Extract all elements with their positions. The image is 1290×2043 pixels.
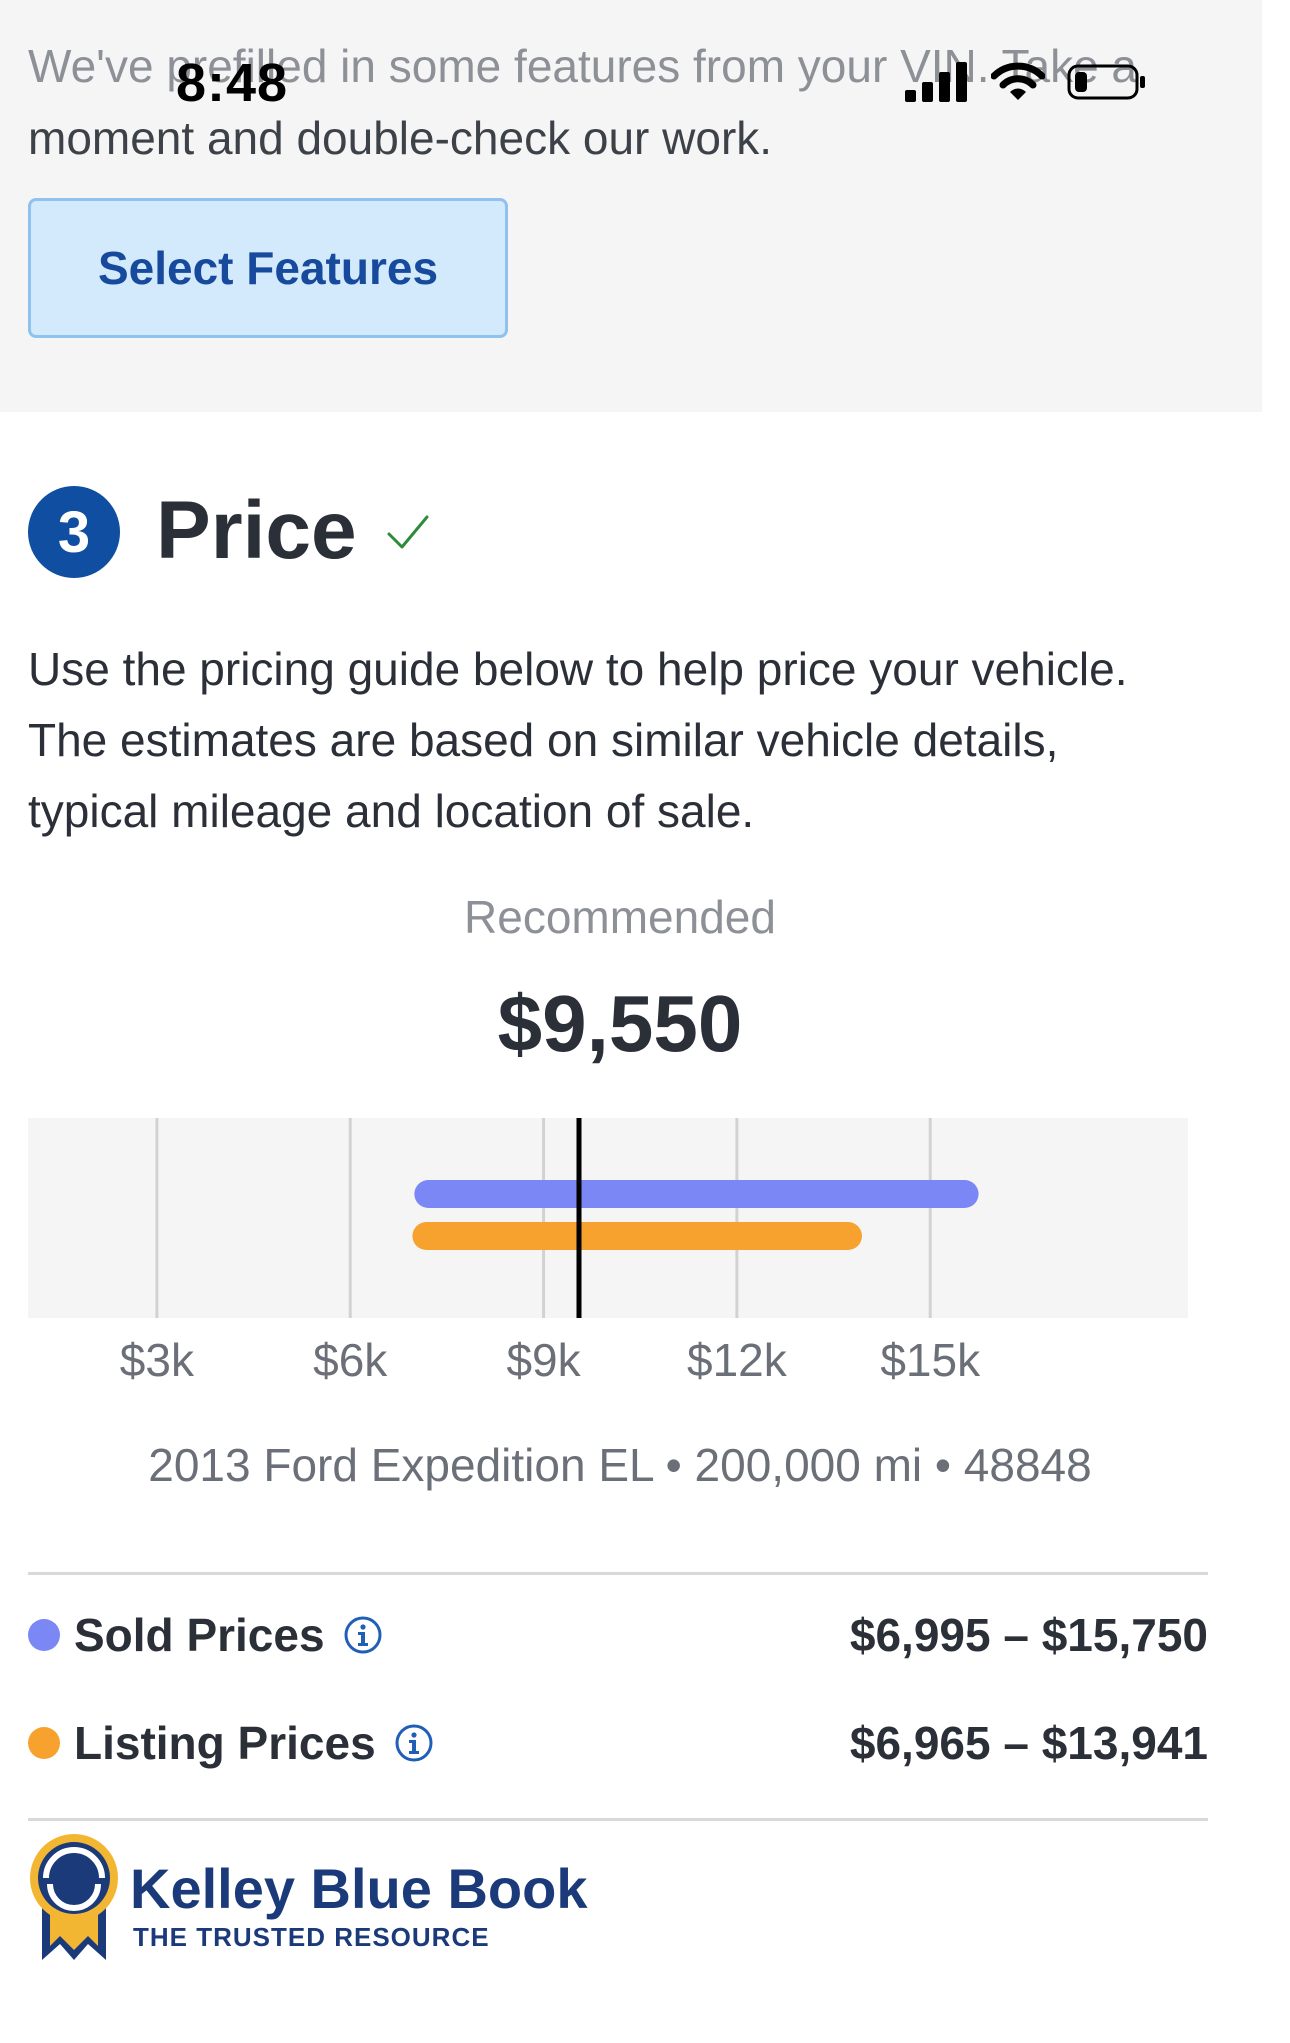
description-line-2: The estimates are based on similar vehic… [28,714,1059,766]
wifi-icon [991,62,1045,100]
legend-row-sold: Sold Prices $6,995 – $15,750 [28,1600,1208,1670]
x-tick-label: $3k [120,1334,195,1386]
pricing-description: Use the pricing guide below to help pric… [28,634,1228,847]
recommended-label: Recommended [464,891,776,943]
info-icon[interactable] [394,1723,434,1763]
x-tick-label: $12k [687,1334,788,1386]
price-range-bar [412,1222,862,1250]
brand-name: Kelley Blue Book [130,1857,588,1920]
recommended-price: $9,550 [497,979,743,1068]
status-icons [905,62,1147,102]
sold-prices-range: $6,995 – $15,750 [849,1609,1208,1661]
vehicle-info: 2013 Ford Expedition EL • 200,000 mi • 4… [148,1439,1092,1491]
brand-tagline: THE TRUSTED RESOURCE [133,1922,490,1952]
battery-icon [1067,64,1145,100]
price-range-bar [414,1180,979,1208]
listing-prices-label: Listing Prices [74,1717,376,1769]
sold-prices-dot [28,1619,60,1651]
chart-background [28,1118,1188,1318]
price-range-chart: $3k $6k $9k $12k $15k [28,1118,1188,1386]
x-tick-label: $6k [313,1334,388,1386]
cellular-signal-icon [905,62,967,102]
x-tick-label: $9k [506,1334,581,1386]
x-tick-label: $15k [880,1334,981,1386]
divider-top [28,1572,1208,1575]
description-line-1: Use the pricing guide below to help pric… [28,643,1128,695]
description-line-3: typical mileage and location of sale. [28,785,755,837]
check-icon [387,515,429,549]
listing-prices-range: $6,965 – $13,941 [849,1717,1208,1769]
status-time: 8:48 [176,53,289,113]
step-number-badge: 3 [28,486,120,578]
sold-prices-label: Sold Prices [74,1609,325,1661]
section-title: Price [156,485,357,576]
info-icon[interactable] [343,1615,383,1655]
kbb-ribbon-logo-icon [30,1834,118,1960]
legend-row-listing: Listing Prices $6,965 – $13,941 [28,1708,1208,1778]
listing-prices-dot [28,1727,60,1759]
select-features-button[interactable]: Select Features [28,198,508,338]
divider-bottom [28,1818,1208,1821]
